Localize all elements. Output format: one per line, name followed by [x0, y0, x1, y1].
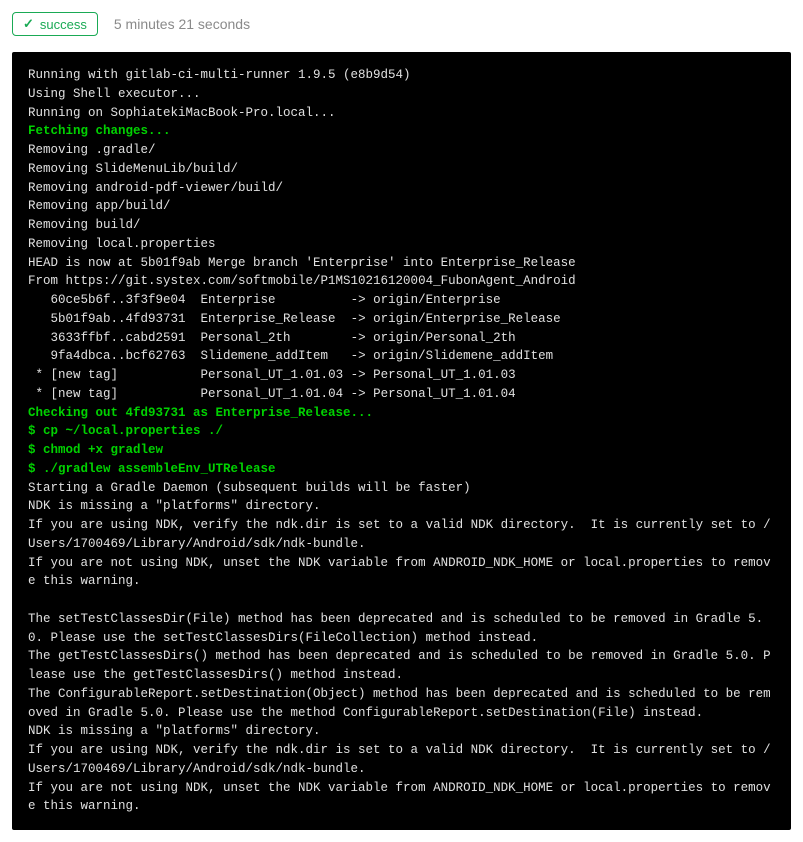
log-line: 60ce5b6f..3f3f9e04 Enterprise -> origin/…: [28, 291, 775, 310]
log-line: Checking out 4fd93731 as Enterprise_Rele…: [28, 404, 775, 423]
log-line: 3633ffbf..cabd2591 Personal_2th -> origi…: [28, 329, 775, 348]
log-line: If you are using NDK, verify the ndk.dir…: [28, 516, 775, 554]
log-line: The ConfigurableReport.setDestination(Ob…: [28, 685, 775, 723]
log-line: [28, 591, 775, 610]
build-header: ✓ success 5 minutes 21 seconds: [12, 12, 791, 36]
log-line: If you are using NDK, verify the ndk.dir…: [28, 741, 775, 779]
log-line: $ ./gradlew assembleEnv_UTRelease: [28, 460, 775, 479]
log-line: Fetching changes...: [28, 122, 775, 141]
log-line: $ cp ~/local.properties ./: [28, 422, 775, 441]
build-log-terminal[interactable]: Running with gitlab-ci-multi-runner 1.9.…: [12, 52, 791, 830]
log-line: Starting a Gradle Daemon (subsequent bui…: [28, 479, 775, 498]
log-line: Removing .gradle/: [28, 141, 775, 160]
log-line: Running with gitlab-ci-multi-runner 1.9.…: [28, 66, 775, 85]
status-label: success: [40, 17, 87, 32]
log-line: Removing app/build/: [28, 197, 775, 216]
log-line: Removing local.properties: [28, 235, 775, 254]
log-line: * [new tag] Personal_UT_1.01.04 -> Perso…: [28, 385, 775, 404]
log-line: If you are not using NDK, unset the NDK …: [28, 554, 775, 592]
log-line: The setTestClassesDir(File) method has b…: [28, 610, 775, 648]
log-line: Running on SophiatekiMacBook-Pro.local..…: [28, 104, 775, 123]
log-line: The getTestClassesDirs() method has been…: [28, 647, 775, 685]
log-line: From https://git.systex.com/softmobile/P…: [28, 272, 775, 291]
log-line: 9fa4dbca..bcf62763 Slidemene_addItem -> …: [28, 347, 775, 366]
log-line: Removing android-pdf-viewer/build/: [28, 179, 775, 198]
log-line: Removing SlideMenuLib/build/: [28, 160, 775, 179]
checkmark-icon: ✓: [23, 16, 34, 32]
log-line: 5b01f9ab..4fd93731 Enterprise_Release ->…: [28, 310, 775, 329]
log-line: Removing build/: [28, 216, 775, 235]
log-line: NDK is missing a "platforms" directory.: [28, 497, 775, 516]
log-line: HEAD is now at 5b01f9ab Merge branch 'En…: [28, 254, 775, 273]
log-line: Using Shell executor...: [28, 85, 775, 104]
build-duration: 5 minutes 21 seconds: [114, 16, 250, 32]
log-line: NDK is missing a "platforms" directory.: [28, 722, 775, 741]
log-line: * [new tag] Personal_UT_1.01.03 -> Perso…: [28, 366, 775, 385]
status-badge: ✓ success: [12, 12, 98, 36]
log-line: If you are not using NDK, unset the NDK …: [28, 779, 775, 817]
log-line: $ chmod +x gradlew: [28, 441, 775, 460]
